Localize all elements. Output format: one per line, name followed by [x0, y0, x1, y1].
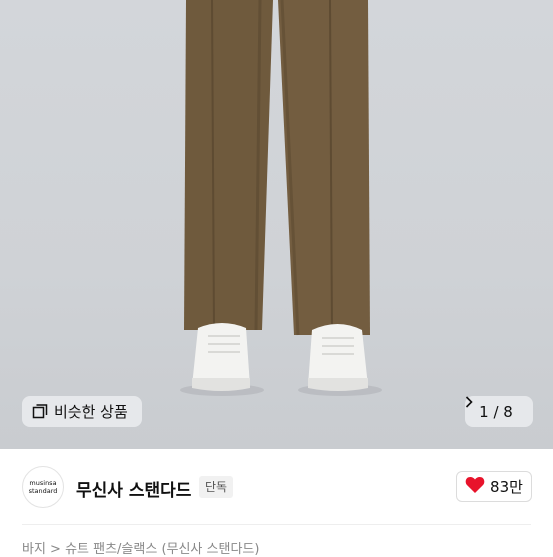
pager-label: 1 / 8: [479, 402, 513, 421]
like-button[interactable]: 83만: [456, 471, 532, 502]
similar-products-label: 비슷한 상품: [54, 403, 128, 421]
image-pager[interactable]: 1 / 8: [465, 396, 533, 427]
brand-name[interactable]: 무신사 스탠다드: [76, 476, 191, 501]
divider: [22, 524, 531, 525]
brand-logo-line1: musinsa: [29, 479, 57, 487]
brand-logo[interactable]: musinsa standard: [22, 466, 64, 508]
brand-row: musinsa standard 무신사 스탠다드 단독 83만: [0, 449, 553, 525]
category-breadcrumb[interactable]: 바지 > 슈트 팬츠/슬랙스 (무신사 스탠다드): [22, 538, 259, 557]
similar-products-button[interactable]: 비슷한 상품: [22, 396, 142, 427]
heart-icon: [465, 476, 485, 498]
product-photo-illustration: [180, 0, 382, 396]
copy-icon: [32, 403, 48, 420]
product-image[interactable]: 비슷한 상품 1 / 8: [0, 0, 553, 449]
like-count: 83만: [490, 478, 523, 496]
brand-logo-line2: standard: [28, 487, 58, 495]
exclusive-badge: 단독: [199, 476, 234, 498]
